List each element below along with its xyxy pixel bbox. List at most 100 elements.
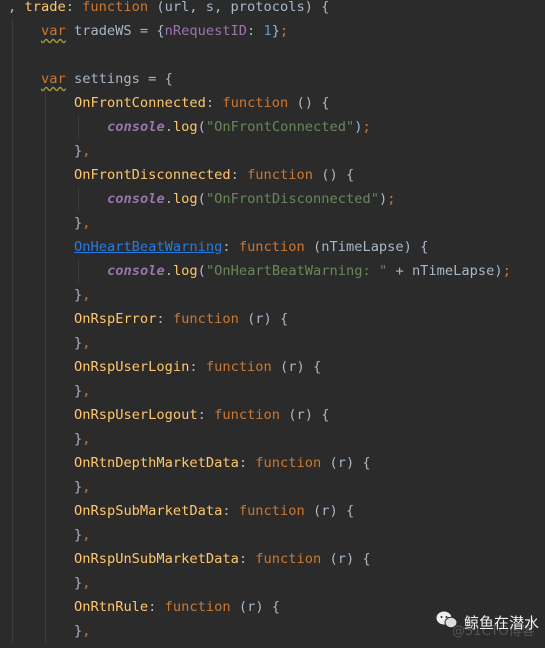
- code-token: }: [74, 575, 83, 591]
- indent-guide: [45, 259, 46, 283]
- code-line[interactable]: OnRspUserLogin: function (r) {: [0, 355, 545, 379]
- code-line[interactable]: },: [0, 571, 545, 595]
- indent-guide: [12, 451, 13, 475]
- code-token: console: [107, 191, 165, 207]
- indent-guide: [12, 547, 13, 571]
- code-token: ): [378, 191, 388, 207]
- code-token: (nTimeLapse) {: [304, 239, 429, 255]
- code-line[interactable]: },: [0, 331, 545, 355]
- code-token: :: [238, 551, 256, 567]
- indent-guide: [12, 115, 13, 139]
- indent-guide: [12, 403, 13, 427]
- indent-guide: [45, 619, 46, 643]
- indent-guide: [45, 235, 46, 259]
- indent-guide: [12, 427, 13, 451]
- code-line[interactable]: console.log("OnHeartBeatWarning: " + nTi…: [0, 259, 545, 283]
- code-token: OnRspUserLogout: [74, 407, 198, 423]
- code-line[interactable]: OnRspUnSubMarketData: function (r) {: [0, 547, 545, 571]
- code-token: var: [41, 23, 66, 39]
- code-token: "OnFrontConnected": [205, 119, 355, 135]
- code-token: }: [74, 143, 83, 159]
- code-line[interactable]: OnRspUserLogout: function (r) {: [0, 403, 545, 427]
- code-token: settings = {: [65, 71, 173, 87]
- code-line[interactable]: OnRspError: function (r) {: [0, 307, 545, 331]
- code-line[interactable]: [0, 43, 545, 67]
- code-token: :: [247, 23, 264, 39]
- code-token: }: [74, 383, 83, 399]
- code-token: 1: [263, 23, 272, 39]
- code-line[interactable]: },: [0, 475, 545, 499]
- indent-guide: [45, 571, 46, 595]
- indent-guide: [12, 259, 13, 283]
- code-token: :: [148, 599, 165, 615]
- code-token: OnRspError: [74, 311, 157, 327]
- indent-guide: [12, 19, 13, 43]
- code-token: :: [189, 359, 206, 375]
- code-token: :: [205, 95, 223, 111]
- code-line[interactable]: OnRspSubMarketData: function (r) {: [0, 499, 545, 523]
- code-token: :: [222, 239, 239, 255]
- indent-guide: [45, 547, 46, 571]
- code-token: ;: [502, 263, 511, 279]
- indent-guide: [45, 355, 46, 379]
- indent-guide: [12, 499, 13, 523]
- indent-guide: [45, 307, 46, 331]
- code-token: function: [164, 599, 231, 615]
- indent-guide: [45, 331, 46, 355]
- code-token: function: [238, 239, 305, 255]
- indent-guide: [12, 355, 13, 379]
- code-token: (url, s, protocols) {: [148, 0, 330, 15]
- code-token: + nTimeLapse): [387, 263, 503, 279]
- indent-guide: [45, 163, 46, 187]
- code-line[interactable]: },: [0, 379, 545, 403]
- code-token: (r) {: [304, 503, 355, 519]
- indent-guide: [12, 619, 13, 643]
- wechat-icon: [436, 611, 458, 633]
- code-token: var: [41, 71, 66, 87]
- code-line[interactable]: },: [0, 139, 545, 163]
- code-token: .: [164, 119, 173, 135]
- code-token: :: [230, 167, 248, 183]
- code-token: () {: [313, 167, 355, 183]
- code-line[interactable]: OnRtnDepthMarketData: function (r) {: [0, 451, 545, 475]
- code-token: function: [82, 0, 149, 15]
- indent-guide: [12, 307, 13, 331]
- code-line[interactable]: },: [0, 283, 545, 307]
- indent-guide: [45, 403, 46, 427]
- code-token: :: [65, 0, 83, 15]
- code-line[interactable]: console.log("OnFrontConnected");: [0, 115, 545, 139]
- code-token: (r) {: [321, 551, 371, 567]
- code-line[interactable]: },: [0, 427, 545, 451]
- code-token: }: [74, 527, 83, 543]
- code-token: console: [107, 119, 165, 135]
- code-line[interactable]: OnHeartBeatWarning: function (nTimeLapse…: [0, 235, 545, 259]
- code-token: }: [74, 431, 83, 447]
- code-token: OnRspSubMarketData: [74, 503, 223, 519]
- code-line[interactable]: console.log("OnFrontDisconnected");: [0, 187, 545, 211]
- code-line[interactable]: OnFrontDisconnected: function () {: [0, 163, 545, 187]
- code-line[interactable]: },: [0, 523, 545, 547]
- code-line[interactable]: , trade: function (url, s, protocols) {: [0, 0, 545, 19]
- code-token: ,: [82, 287, 91, 303]
- code-line[interactable]: var settings = {: [0, 67, 545, 91]
- indent-guide: [45, 475, 46, 499]
- code-token: ,: [82, 335, 91, 351]
- code-token: (r) {: [280, 407, 330, 423]
- code-token: (: [197, 119, 206, 135]
- code-line[interactable]: },: [0, 211, 545, 235]
- code-token: (r) {: [321, 455, 371, 471]
- indent-guide: [45, 115, 46, 139]
- code-token: log: [172, 119, 198, 135]
- code-token: ;: [387, 191, 396, 207]
- code-token: function: [172, 311, 239, 327]
- code-editor[interactable]: , trade: function (url, s, protocols) {v…: [0, 0, 545, 643]
- indent-guide: [12, 571, 13, 595]
- code-token: console: [107, 263, 165, 279]
- code-token: ,: [8, 0, 25, 15]
- code-token: OnRtnRule: [74, 599, 149, 615]
- code-token: (: [197, 191, 206, 207]
- code-line[interactable]: OnFrontConnected: function () {: [0, 91, 545, 115]
- code-token: OnFrontConnected: [74, 95, 206, 111]
- code-token: () {: [288, 95, 330, 111]
- code-line[interactable]: var tradeWS = {nRequestID: 1};: [0, 19, 545, 43]
